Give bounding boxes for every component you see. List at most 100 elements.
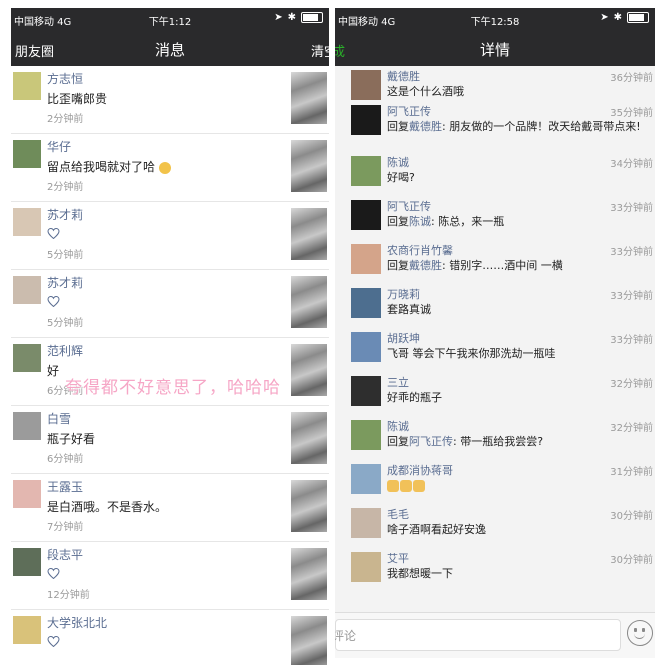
list-item[interactable]: 王露玉 是白酒哦。不是香水。 7分钟前 bbox=[11, 474, 329, 542]
list-item[interactable]: 大学张北北 bbox=[11, 610, 329, 665]
comment-item[interactable]: 艾平 30分钟前 我都想暖一下 bbox=[335, 548, 655, 592]
sender-name[interactable]: 段志平 bbox=[47, 546, 83, 563]
avatar[interactable] bbox=[13, 480, 41, 508]
commenter-name[interactable]: 戴德胜 bbox=[387, 68, 420, 84]
avatar[interactable] bbox=[351, 70, 381, 100]
sender-name[interactable]: 白雪 bbox=[47, 410, 71, 427]
comment-item[interactable]: 戴德胜 36分钟前 这是个什么酒哦 bbox=[335, 66, 655, 101]
sender-name[interactable]: 大学张北北 bbox=[47, 614, 107, 631]
list-item[interactable]: 华仔留点给我喝就对了哈 2分钟前 bbox=[11, 134, 329, 202]
post-thumbnail[interactable] bbox=[291, 548, 327, 600]
commenter-name[interactable]: 阿飞正传 bbox=[387, 103, 431, 119]
sender-name[interactable]: 华仔 bbox=[47, 138, 71, 155]
timestamp: 2分钟前 bbox=[47, 182, 84, 193]
reply-target-name[interactable]: 戴德胜 bbox=[409, 120, 442, 133]
commenter-name[interactable]: 农商行肖竹馨 bbox=[387, 242, 453, 258]
avatar[interactable] bbox=[351, 376, 381, 406]
commenter-name[interactable]: 毛毛 bbox=[387, 506, 409, 522]
list-item[interactable]: 方志恒 比歪嘴郎贵 2分钟前 bbox=[11, 66, 329, 134]
avatar[interactable] bbox=[351, 552, 381, 582]
commenter-name[interactable]: 胡跃坤 bbox=[387, 330, 420, 346]
list-item[interactable]: 苏才莉 5分钟前 bbox=[11, 270, 329, 338]
timestamp: 33分钟前 bbox=[610, 203, 653, 214]
sender-name[interactable]: 王露玉 bbox=[47, 478, 83, 495]
commenter-name[interactable]: 陈诚 bbox=[387, 154, 409, 170]
avatar[interactable] bbox=[351, 332, 381, 362]
post-thumbnail[interactable] bbox=[291, 616, 327, 665]
avatar[interactable] bbox=[351, 464, 381, 494]
sender-name[interactable]: 苏才莉 bbox=[47, 274, 83, 291]
avatar[interactable] bbox=[13, 72, 41, 100]
commenter-name[interactable]: 万晓莉 bbox=[387, 286, 420, 302]
reply-target-name[interactable]: 戴德胜 bbox=[409, 259, 442, 272]
message-text: 留点给我喝就对了哈 bbox=[47, 160, 156, 174]
post-thumbnail[interactable] bbox=[291, 140, 327, 192]
post-thumbnail[interactable] bbox=[291, 72, 327, 124]
timestamp: 5分钟前 bbox=[47, 318, 84, 329]
comment-content: 啥子酒啊看起好安逸 bbox=[387, 522, 643, 537]
commenter-name[interactable]: 艾平 bbox=[387, 550, 409, 566]
timestamp: 36分钟前 bbox=[610, 73, 653, 84]
comment-item[interactable]: 万晓莉 33分钟前 套路真诚 bbox=[335, 284, 655, 328]
avatar[interactable] bbox=[351, 420, 381, 450]
commenter-name[interactable]: 三立 bbox=[387, 374, 409, 390]
avatar[interactable] bbox=[13, 140, 41, 168]
avatar[interactable] bbox=[351, 508, 381, 538]
comment-item[interactable]: 阿飞正传 33分钟前 回复陈诚: 陈总，来一瓶 bbox=[335, 196, 655, 240]
comment-item[interactable]: 阿飞正传 35分钟前 回复戴德胜: 朋友做的一个品牌！改天给戴哥带点来! bbox=[335, 101, 655, 152]
location-icon: ➤ bbox=[600, 12, 609, 23]
avatar[interactable] bbox=[351, 288, 381, 318]
clear-button[interactable]: 清空 bbox=[311, 41, 329, 60]
battery-icon bbox=[627, 12, 649, 23]
sender-name[interactable]: 苏才莉 bbox=[47, 206, 83, 223]
reply-target-name[interactable]: 陈诚 bbox=[409, 215, 431, 228]
comment-text: 飞哥 等会下午我来你那洗劫一瓶哇 bbox=[387, 347, 556, 360]
status-icons: ➤ ✱ bbox=[274, 12, 323, 23]
avatar[interactable] bbox=[351, 244, 381, 274]
comment-text: 好乖的瓶子 bbox=[387, 391, 442, 404]
sender-name[interactable]: 范利辉 bbox=[47, 342, 83, 359]
message-content bbox=[47, 634, 60, 648]
comment-item[interactable]: 毛毛 30分钟前 啥子酒啊看起好安逸 bbox=[335, 504, 655, 548]
reply-target-name[interactable]: 阿飞正传 bbox=[409, 435, 453, 448]
avatar[interactable] bbox=[13, 616, 41, 644]
timestamp: 6分钟前 bbox=[47, 454, 84, 465]
avatar[interactable] bbox=[13, 208, 41, 236]
comment-item[interactable]: 陈诚 32分钟前 回复阿飞正传: 带一瓶给我尝尝? bbox=[335, 416, 655, 460]
list-item[interactable]: 白雪 瓶子好看 6分钟前 bbox=[11, 406, 329, 474]
comment-item[interactable]: 成都消协蒋哥 31分钟前 bbox=[335, 460, 655, 504]
comment-text: : 朋友做的一个品牌！改天给戴哥带点来! bbox=[442, 120, 641, 133]
reply-prefix: 回复 bbox=[387, 435, 409, 448]
avatar[interactable] bbox=[351, 156, 381, 186]
comment-item[interactable]: 陈诚 34分钟前 好喝? bbox=[335, 152, 655, 196]
bluetooth-icon: ✱ bbox=[287, 12, 296, 23]
avatar[interactable] bbox=[13, 548, 41, 576]
commenter-name[interactable]: 陈诚 bbox=[387, 418, 409, 434]
sender-name[interactable]: 方志恒 bbox=[47, 70, 83, 87]
commenter-name[interactable]: 成都消协蒋哥 bbox=[387, 462, 453, 478]
heart-icon bbox=[47, 636, 60, 647]
avatar[interactable] bbox=[13, 344, 41, 372]
post-thumbnail[interactable] bbox=[291, 480, 327, 532]
commenter-name[interactable]: 阿飞正传 bbox=[387, 198, 431, 214]
list-item[interactable]: 段志平 12分钟前 bbox=[11, 542, 329, 610]
avatar[interactable] bbox=[351, 200, 381, 230]
list-item[interactable]: 苏才莉 5分钟前 bbox=[11, 202, 329, 270]
post-thumbnail[interactable] bbox=[291, 344, 327, 396]
post-thumbnail[interactable] bbox=[291, 208, 327, 260]
comment-item[interactable]: 三立 32分钟前 好乖的瓶子 bbox=[335, 372, 655, 416]
timestamp: 33分钟前 bbox=[610, 247, 653, 258]
reply-prefix: 回复 bbox=[387, 215, 409, 228]
post-thumbnail[interactable] bbox=[291, 412, 327, 464]
timestamp: 30分钟前 bbox=[610, 555, 653, 566]
post-thumbnail[interactable] bbox=[291, 276, 327, 328]
comment-item[interactable]: 胡跃坤 33分钟前飞哥 等会下午我来你那洗劫一瓶哇 bbox=[335, 328, 655, 372]
comment-item[interactable]: 农商行肖竹馨 33分钟前 回复戴德胜: 错别字……酒中间 一横 bbox=[335, 240, 655, 284]
timestamp: 33分钟前 bbox=[610, 335, 653, 346]
avatar[interactable] bbox=[13, 412, 41, 440]
location-icon: ➤ bbox=[274, 12, 283, 23]
emoji-icon[interactable] bbox=[627, 620, 653, 646]
comment-input[interactable]: 评论 bbox=[335, 619, 621, 651]
avatar[interactable] bbox=[351, 105, 381, 135]
avatar[interactable] bbox=[13, 276, 41, 304]
